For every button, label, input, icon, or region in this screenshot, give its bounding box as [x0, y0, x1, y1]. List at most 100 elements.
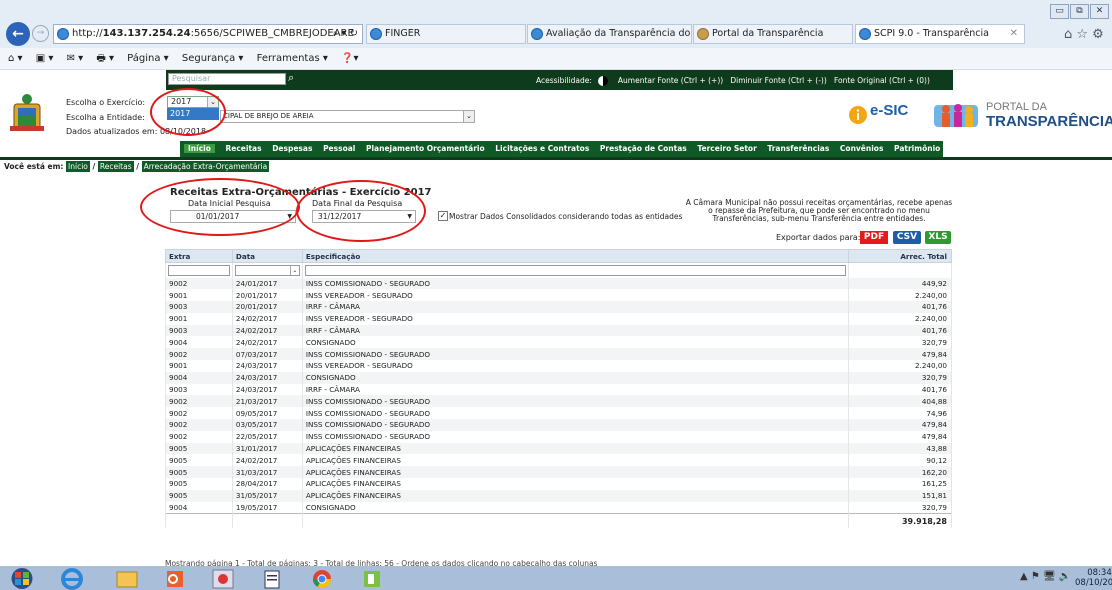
help-menu-icon[interactable]: ❓▾ [341, 53, 358, 64]
table-row[interactable]: 9004 24/02/2017 CONSIGNADO 320,79 [165, 336, 952, 349]
cell-extra: 9001 [165, 312, 233, 325]
tab-finger[interactable]: FINGER [366, 24, 526, 44]
document-icon[interactable] [252, 568, 292, 590]
forward-arrow-icon[interactable]: → [32, 25, 49, 42]
nav-planejamento[interactable]: Planejamento Orçamentário [366, 144, 485, 153]
nav-divider [0, 157, 1112, 160]
restore-icon[interactable]: ⧉ [1070, 4, 1089, 19]
table-row[interactable]: 9004 24/03/2017 CONSIGNADO 320,79 [165, 371, 952, 384]
clock[interactable]: 08:34 08/10/2018 [1075, 568, 1112, 588]
nav-despesas[interactable]: Despesas [272, 144, 312, 153]
nav-convenios[interactable]: Convênios [840, 144, 884, 153]
table-row[interactable]: 9003 24/03/2017 IRRF - CÂMARA 401,76 [165, 383, 952, 396]
tab-avaliacao[interactable]: Avaliação da Transparência do... [527, 24, 692, 44]
col-header-extra[interactable]: Extra [165, 249, 233, 263]
window-close-icon[interactable]: ✕ [1090, 4, 1109, 19]
table-row[interactable]: 9005 31/03/2017 APLICAÇÕES FINANCEIRAS 162,… [165, 466, 952, 479]
export-csv-button[interactable]: CSV [893, 231, 921, 244]
export-pdf-button[interactable]: PDF [860, 231, 888, 244]
table-row[interactable]: 9002 09/05/2017 INSS COMISSIONADO - SEGURA… [165, 407, 952, 420]
cell-data: 24/02/2017 [231, 324, 303, 337]
tab-close-icon[interactable]: ✕ [1010, 25, 1018, 43]
table-row[interactable]: 9005 31/01/2017 APLICAÇÕES FINANCEIRAS 43,8… [165, 442, 952, 455]
app-icon[interactable] [203, 568, 243, 590]
table-row[interactable]: 9002 22/05/2017 INSS COMISSIONADO - SEGURA… [165, 430, 952, 443]
contrast-icon[interactable] [597, 76, 608, 86]
address-controls-icon[interactable]: ⌕ ▾ ↻ [333, 25, 358, 43]
filter-data[interactable]: ⌄ [231, 262, 303, 278]
back-arrow-icon[interactable]: ← [6, 22, 30, 46]
cell-especificacao: APLICAÇÕES FINANCEIRAS [301, 478, 850, 490]
tab-portal[interactable]: Portal da Transparência [693, 24, 853, 44]
cell-total: 320,79 [848, 336, 952, 349]
cell-data: 07/03/2017 [231, 348, 303, 361]
table-row[interactable]: 9005 28/04/2017 APLICAÇÕES FINANCEIRAS 161,… [165, 478, 952, 490]
table-row[interactable]: 9004 19/05/2017 CONSIGNADO 320,79 [165, 501, 952, 514]
nav-transferencias[interactable]: Transferências [767, 144, 829, 153]
esic-logo[interactable]: e-SIC [848, 102, 918, 128]
table-row[interactable]: 9001 20/01/2017 INSS VEREADOR - SEGURADO 2.… [165, 289, 952, 302]
filter-extra[interactable] [165, 262, 233, 278]
table-row[interactable]: 9002 24/01/2017 INSS COMISSIONADO - SEGURA… [165, 277, 952, 290]
tab-label: Portal da Transparência [712, 28, 824, 39]
table-row[interactable]: 9001 24/03/2017 INSS VEREADOR - SEGURADO 2.… [165, 360, 952, 372]
feeds-menu-icon[interactable]: ▣ ▾ [36, 53, 54, 64]
cell-extra: 9002 [165, 407, 233, 420]
breadcrumb-receitas[interactable]: Receitas [97, 161, 134, 172]
breadcrumb-arrecadacao[interactable]: Arrecadação Extra-Orçamentária [141, 161, 270, 172]
internet-explorer-icon[interactable] [52, 568, 92, 590]
col-header-data[interactable]: Data [231, 249, 303, 263]
outlook-icon[interactable] [155, 568, 195, 590]
search-icon[interactable]: ⌕ [288, 71, 302, 85]
address-bar[interactable]: http://143.137.254.24:5656/SCPIWEB_CMBRE… [53, 24, 363, 44]
nav-inicio[interactable]: Início [184, 144, 215, 153]
mail-menu-icon[interactable]: ✉ ▾ [67, 53, 84, 64]
security-menu[interactable]: Segurança ▾ [182, 53, 244, 64]
table-row[interactable]: 9002 21/03/2017 INSS COMISSIONADO - SEGURA… [165, 395, 952, 408]
entity-value: CIPAL DE BREJO DE AREIA [223, 112, 314, 120]
nav-licitacoes[interactable]: Licitações e Contratos [495, 144, 589, 153]
chrome-icon[interactable] [302, 568, 342, 590]
minimize-icon[interactable]: ▭ [1050, 4, 1069, 19]
export-xls-button[interactable]: XLS [925, 231, 951, 244]
col-header-total[interactable]: Arrec. Total [848, 249, 952, 263]
chevron-down-icon[interactable]: ⌄ [463, 111, 474, 122]
col-header-especificacao[interactable]: Especificação [301, 249, 850, 263]
nav-acesso[interactable]: Acesso à Informação [951, 144, 1038, 153]
original-font-link[interactable]: Fonte Original (Ctrl + (0)) [834, 76, 930, 85]
project-icon[interactable] [352, 568, 392, 590]
nav-terceiro-setor[interactable]: Terceiro Setor [697, 144, 756, 153]
search-input[interactable]: Pesquisar [168, 73, 286, 85]
entity-select[interactable]: CIPAL DE BREJO DE AREIA ⌄ [220, 110, 475, 123]
page-menu[interactable]: Página ▾ [127, 53, 169, 64]
tools-menu[interactable]: Ferramentas ▾ [257, 53, 328, 64]
decrease-font-link[interactable]: Diminuir Fonte (Ctrl + (-)) [730, 76, 826, 85]
portal-line1: PORTAL DA [986, 101, 1047, 113]
nav-receitas[interactable]: Receitas [226, 144, 262, 153]
filter-especificacao[interactable] [301, 262, 850, 278]
table-row[interactable]: 9005 31/05/2017 APLICAÇÕES FINANCEIRAS 151,… [165, 489, 952, 502]
breadcrumb-inicio[interactable]: Início [66, 161, 90, 172]
browser-tools-icons[interactable]: ⌂ ☆ ⚙ [1064, 27, 1104, 42]
chevron-down-icon[interactable]: ⌄ [289, 265, 299, 275]
nav-pessoal[interactable]: Pessoal [323, 144, 355, 153]
nav-prestacao[interactable]: Prestação de Contas [600, 144, 687, 153]
consolidated-checkbox[interactable]: ✓ [438, 211, 448, 221]
portal-line2: TRANSPARÊNCIA [986, 113, 1112, 130]
table-row[interactable]: 9002 07/03/2017 INSS COMISSIONADO - SEGURA… [165, 348, 952, 361]
home-menu-icon[interactable]: ⌂ ▾ [8, 53, 23, 64]
print-menu-icon[interactable]: 🖶 ▾ [96, 53, 114, 64]
increase-font-link[interactable]: Aumentar Fonte (Ctrl + (+)) [618, 76, 723, 85]
table-row[interactable]: 9005 24/02/2017 APLICAÇÕES FINANCEIRAS 90,1… [165, 454, 952, 467]
system-tray-icons[interactable]: ▲ ⚑ 🖥 🔊 [1020, 571, 1071, 582]
table-row[interactable]: 9003 24/02/2017 IRRF - CÂMARA 401,76 [165, 324, 952, 337]
portal-transparencia-logo[interactable]: PORTAL DA TRANSPARÊNCIA [932, 99, 1112, 133]
table-row[interactable]: 9003 20/01/2017 IRRF - CÂMARA 401,76 [165, 301, 952, 313]
windows-start-icon[interactable] [2, 567, 42, 590]
nav-patrimonio[interactable]: Patrimônio [894, 144, 940, 153]
entity-label: Escolha a Entidade: [66, 113, 145, 122]
tab-scpi[interactable]: SCPI 9.0 - Transparência ✕ [855, 24, 1025, 44]
table-row[interactable]: 9001 24/02/2017 INSS VEREADOR - SEGURADO 2.… [165, 312, 952, 325]
table-row[interactable]: 9002 03/05/2017 INSS COMISSIONADO - SEGURA… [165, 419, 952, 431]
folder-icon[interactable] [107, 568, 147, 590]
